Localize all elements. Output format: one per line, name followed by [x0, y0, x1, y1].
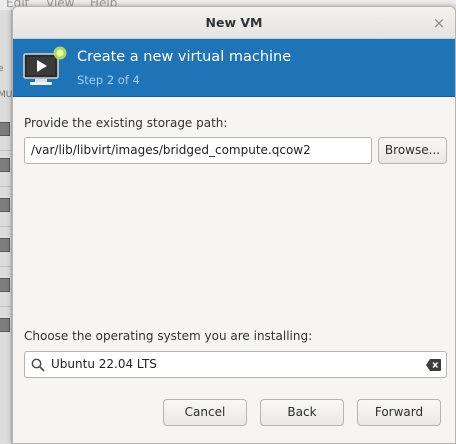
vm-thumbnail[interactable] — [0, 122, 10, 136]
os-search-value: Ubuntu 22.04 LTS — [51, 357, 157, 371]
banner-title: Create a new virtual machine — [77, 49, 292, 65]
close-icon: × — [432, 14, 446, 32]
wizard-content: Provide the existing storage path: /var/… — [13, 98, 455, 443]
vm-thumbnail[interactable] — [0, 278, 10, 292]
vm-thumbnail[interactable] — [0, 238, 10, 252]
os-search-input[interactable]: Ubuntu 22.04 LTS — [24, 351, 447, 378]
background-vm-list: e MU — [0, 10, 12, 444]
vm-monitor-icon — [23, 46, 67, 85]
storage-path-input[interactable]: /var/lib/libvirt/images/bridged_compute.… — [24, 137, 372, 164]
vm-thumbnail[interactable] — [0, 198, 10, 212]
browse-button[interactable]: Browse... — [378, 137, 447, 164]
back-button[interactable]: Back — [260, 399, 344, 426]
divider — [0, 266, 12, 267]
clear-icon[interactable] — [426, 359, 441, 371]
divider — [0, 306, 12, 307]
strip-fragment-1: e — [0, 64, 4, 74]
forward-button[interactable]: Forward — [357, 399, 441, 426]
close-button[interactable]: × — [429, 13, 449, 33]
os-label: Choose the operating system you are inst… — [24, 329, 313, 343]
step-indicator: Step 2 of 4 — [77, 73, 140, 87]
new-vm-dialog: New VM × Create a new virtual machine St… — [12, 6, 456, 444]
storage-path-label: Provide the existing storage path: — [24, 116, 228, 130]
strip-fragment-2: MU — [0, 90, 13, 100]
divider — [0, 226, 12, 227]
dialog-title: New VM — [205, 15, 263, 30]
vm-thumbnail[interactable] — [0, 318, 10, 332]
vm-thumbnail[interactable] — [0, 158, 10, 172]
wizard-banner: Create a new virtual machine Step 2 of 4 — [13, 39, 455, 97]
divider — [0, 186, 12, 187]
cancel-button[interactable]: Cancel — [163, 399, 247, 426]
divider — [0, 150, 12, 151]
dialog-titlebar[interactable]: New VM × — [13, 7, 455, 39]
search-icon — [31, 358, 45, 372]
